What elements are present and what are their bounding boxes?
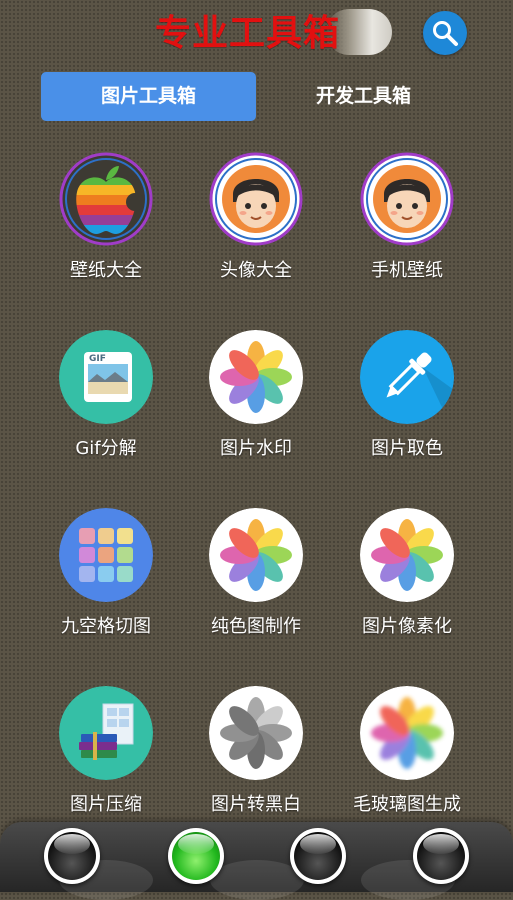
boy-avatar-icon xyxy=(360,152,454,246)
tool-label: 图片转黑白 xyxy=(211,794,301,815)
tab-dev-tools[interactable]: 开发工具箱 xyxy=(256,72,471,121)
tool-label: 图片水印 xyxy=(220,438,292,459)
dock-light-button-4[interactable] xyxy=(413,828,469,884)
rainbow-apple-icon xyxy=(59,152,153,246)
tool-pixelate-image[interactable]: 图片像素化 xyxy=(332,508,482,658)
tool-label: 九空格切图 xyxy=(61,616,151,637)
tool-image-watermark[interactable]: 图片水印 xyxy=(181,330,331,480)
tool-label: 头像大全 xyxy=(220,260,292,281)
gloss xyxy=(178,834,214,854)
tool-label: 壁纸大全 xyxy=(70,260,142,281)
tab-image-tools[interactable]: 图片工具箱 xyxy=(41,72,256,121)
dock-light-button-2[interactable] xyxy=(168,828,224,884)
search-icon xyxy=(433,21,458,46)
tool-label: 图片像素化 xyxy=(362,616,452,637)
tool-solid-color-image[interactable]: 纯色图制作 xyxy=(181,508,331,658)
tool-label: 图片取色 xyxy=(371,438,443,459)
tool-color-picker[interactable]: 图片取色 xyxy=(332,330,482,480)
grayscale-flower-icon xyxy=(209,686,303,780)
tool-label: 图片压缩 xyxy=(70,794,142,815)
dock-light-button-1[interactable] xyxy=(44,828,100,884)
photos-flower-icon xyxy=(360,508,454,602)
dock-shadow-icon xyxy=(210,860,304,900)
books-archive-icon xyxy=(59,686,153,780)
tool-gif-split[interactable]: GIF Gif分解 xyxy=(31,330,181,480)
tool-frosted-glass[interactable]: 毛玻璃图生成 xyxy=(332,686,482,836)
photos-flower-icon xyxy=(209,330,303,424)
gloss xyxy=(300,834,336,854)
tool-wallpaper-collection[interactable]: 壁纸大全 xyxy=(31,152,181,302)
boy-avatar-icon xyxy=(209,152,303,246)
eyedropper-icon xyxy=(360,330,454,424)
tool-label: 手机壁纸 xyxy=(371,260,443,281)
tool-avatar-collection[interactable]: 头像大全 xyxy=(181,152,331,302)
tab-bar: 图片工具箱 开发工具箱 xyxy=(41,72,481,122)
tool-phone-wallpaper[interactable]: 手机壁纸 xyxy=(332,152,482,302)
blurred-flower-icon xyxy=(360,686,454,780)
tool-label: 毛玻璃图生成 xyxy=(353,794,461,815)
gloss xyxy=(423,834,459,854)
gloss xyxy=(54,834,90,854)
tool-grayscale-image[interactable]: 图片转黑白 xyxy=(181,686,331,836)
gif-image-icon: GIF xyxy=(59,330,153,424)
svg-text:GIF: GIF xyxy=(89,354,106,364)
tool-label: 纯色图制作 xyxy=(211,616,301,637)
app-title: 专业工具箱 xyxy=(155,12,341,54)
header: 专业工具箱 xyxy=(0,0,513,70)
tool-image-compress[interactable]: 图片压缩 xyxy=(31,686,181,836)
nine-grid-icon xyxy=(59,508,153,602)
photos-flower-icon xyxy=(209,508,303,602)
search-button[interactable] xyxy=(423,11,467,55)
dock-light-button-3[interactable] xyxy=(290,828,346,884)
tool-label: Gif分解 xyxy=(75,438,137,459)
tool-nine-grid-cut[interactable]: 九空格切图 xyxy=(31,508,181,658)
